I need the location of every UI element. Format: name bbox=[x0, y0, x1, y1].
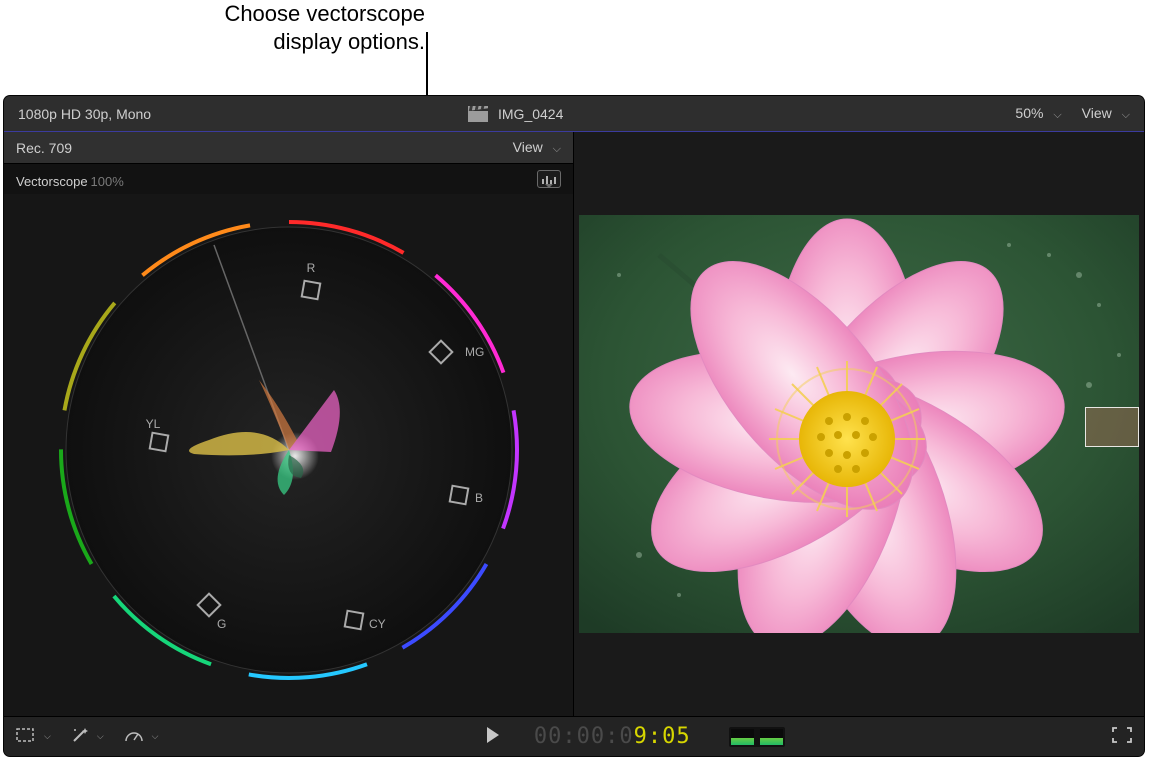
scopes-header: Rec. 709 View ⌵ bbox=[4, 132, 573, 164]
timecode-display[interactable]: 00:00:09:05 bbox=[534, 724, 691, 749]
target-mg: MG bbox=[465, 345, 484, 359]
callout-line2: display options. bbox=[273, 29, 425, 54]
chevron-down-icon: ⌵ bbox=[152, 731, 159, 742]
target-cy: CY bbox=[369, 617, 386, 631]
callout-text: Choose vectorscope display options. bbox=[0, 0, 425, 56]
zoom-dropdown[interactable]: 50% ⌵ bbox=[1015, 105, 1061, 122]
chevron-down-icon: ⌵ bbox=[44, 731, 51, 742]
app-window: 1080p HD 30p, Mono IMG_0424 bbox=[4, 96, 1144, 756]
viewer-view-dropdown[interactable]: View ⌵ bbox=[1082, 105, 1130, 122]
vectorscope-display: R MG B CY G YL bbox=[49, 210, 529, 690]
target-g: G bbox=[217, 617, 226, 631]
audio-meter bbox=[729, 727, 785, 747]
crop-icon bbox=[16, 727, 36, 746]
fullscreen-button[interactable] bbox=[1112, 727, 1132, 746]
clip-name: IMG_0424 bbox=[498, 106, 563, 122]
chevron-down-icon: ⌵ bbox=[1122, 109, 1130, 121]
format-label: 1080p HD 30p, Mono bbox=[18, 106, 151, 122]
scope-title-row: Vectorscope 100% bbox=[4, 164, 573, 194]
scope-name: Vectorscope bbox=[16, 174, 88, 189]
target-b: B bbox=[475, 491, 483, 505]
view-label: View bbox=[1082, 105, 1112, 121]
chevron-down-icon: ⌵ bbox=[553, 143, 561, 155]
magic-wand-icon bbox=[71, 726, 89, 747]
viewer-top-bar: 1080p HD 30p, Mono IMG_0424 bbox=[4, 96, 1144, 132]
sample-region[interactable] bbox=[1085, 407, 1139, 447]
scopes-pane: Rec. 709 View ⌵ Vectorscope 100% bbox=[4, 132, 574, 716]
target-r: R bbox=[307, 261, 316, 275]
viewer-pane bbox=[574, 132, 1144, 716]
scopes-view-label: View bbox=[513, 139, 543, 155]
transport-bar: ⌵ ⌵ ⌵ bbox=[4, 716, 1144, 756]
speedometer-icon bbox=[124, 727, 144, 746]
play-button[interactable] bbox=[486, 727, 500, 746]
viewer-image[interactable] bbox=[579, 215, 1139, 633]
scope-settings-button[interactable] bbox=[537, 170, 561, 188]
scopes-view-dropdown[interactable]: View ⌵ bbox=[513, 139, 561, 156]
scope-scale: 100% bbox=[91, 174, 124, 189]
chevron-down-icon: ⌵ bbox=[97, 731, 104, 742]
zoom-value: 50% bbox=[1015, 105, 1043, 121]
timecode-active: 9:05 bbox=[634, 724, 691, 749]
chevron-down-icon: ⌵ bbox=[1053, 109, 1061, 121]
target-yl: YL bbox=[146, 417, 161, 431]
crop-tool-dropdown[interactable]: ⌵ bbox=[16, 727, 51, 746]
timecode-dim: 00:00:0 bbox=[534, 724, 634, 749]
callout-line1: Choose vectorscope bbox=[224, 1, 425, 26]
clapperboard-icon bbox=[468, 106, 488, 122]
scope-body: R MG B CY G YL bbox=[4, 194, 573, 716]
enhance-tool-dropdown[interactable]: ⌵ bbox=[71, 726, 104, 747]
retime-tool-dropdown[interactable]: ⌵ bbox=[124, 727, 159, 746]
color-space-label: Rec. 709 bbox=[16, 140, 72, 156]
